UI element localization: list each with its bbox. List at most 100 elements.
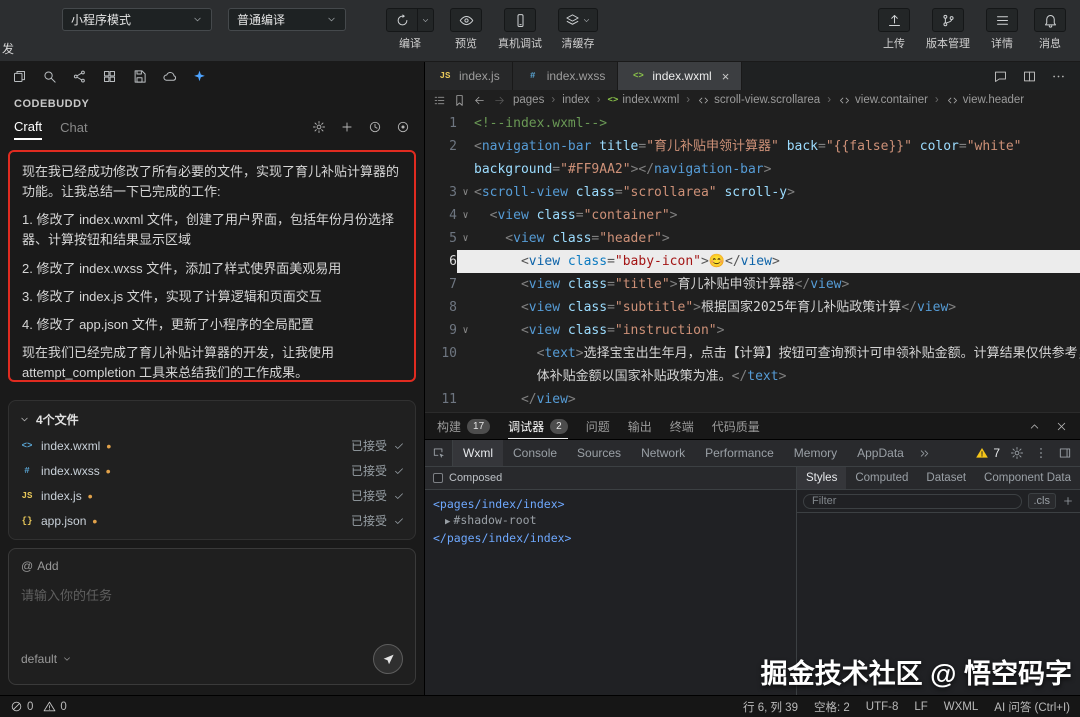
task-input-box[interactable]: @ Add 请输入你的任务 default bbox=[8, 548, 416, 685]
file-row[interactable]: <> index.wxml • 已接受 bbox=[19, 433, 405, 458]
chat-icon[interactable] bbox=[993, 69, 1008, 84]
check-icon[interactable] bbox=[393, 440, 405, 452]
styles-tab-styles[interactable]: Styles bbox=[797, 467, 847, 489]
composed-checkbox[interactable] bbox=[433, 473, 443, 483]
ai-assistant-button[interactable]: AI 问答 (Ctrl+I) bbox=[994, 699, 1070, 715]
tab-index-js[interactable]: JS index.js bbox=[425, 62, 513, 90]
code-line[interactable]: 10 <text>选择宝宝出生年月，点击【计算】按钮可查询预计可申领补贴金额。计算… bbox=[425, 342, 1080, 365]
close-panel-icon[interactable] bbox=[1055, 420, 1068, 433]
nav-forward-icon[interactable] bbox=[493, 94, 506, 107]
panel-tab-output[interactable]: 输出 bbox=[628, 413, 652, 439]
compile-dropdown-button[interactable] bbox=[418, 8, 434, 32]
inspect-element-icon[interactable] bbox=[425, 440, 453, 466]
more-tabs-icon[interactable] bbox=[914, 440, 935, 466]
gear-icon[interactable] bbox=[312, 120, 326, 134]
devtools-tab-network[interactable]: Network bbox=[631, 440, 695, 466]
tab-craft[interactable]: Craft bbox=[14, 115, 43, 140]
code-line[interactable]: 8 <view class="subtitle">根据国家2025年育儿补贴政策计… bbox=[425, 296, 1080, 319]
tree-close-tag[interactable]: </pages/index/index> bbox=[433, 530, 788, 546]
details-button[interactable] bbox=[986, 8, 1018, 32]
task-input-placeholder[interactable]: 请输入你的任务 bbox=[21, 585, 403, 604]
check-icon[interactable] bbox=[393, 515, 405, 527]
messages-button[interactable] bbox=[1034, 8, 1066, 32]
devtools-kebab-icon[interactable] bbox=[1034, 446, 1048, 460]
devtools-tab-wxml[interactable]: Wxml bbox=[453, 440, 503, 466]
eol-setting[interactable]: LF bbox=[914, 701, 927, 713]
clear-cache-button[interactable] bbox=[558, 8, 598, 32]
panel-tab-terminal[interactable]: 终端 bbox=[670, 413, 694, 439]
problems-summary[interactable]: 0 0 bbox=[10, 700, 73, 713]
preview-button[interactable] bbox=[450, 8, 482, 32]
breadcrumb-scroll-view[interactable]: scroll-view.scrollarea bbox=[697, 94, 820, 107]
file-row[interactable]: {} app.json • 已接受 bbox=[19, 508, 405, 533]
breadcrumb-pages[interactable]: pages bbox=[513, 94, 544, 106]
history-icon[interactable] bbox=[368, 120, 382, 134]
breadcrumb-view-header[interactable]: view.header bbox=[946, 94, 1024, 107]
new-style-rule-icon[interactable] bbox=[1062, 495, 1074, 507]
git-share-icon[interactable] bbox=[72, 69, 87, 84]
panel-tab-code-quality[interactable]: 代码质量 bbox=[712, 413, 760, 439]
code-line[interactable]: 7 <view class="title">育儿补贴申领计算器</view> bbox=[425, 273, 1080, 296]
code-line[interactable]: 5 ∨ <view class="header"> bbox=[425, 227, 1080, 250]
model-select[interactable]: default bbox=[21, 652, 72, 666]
code-line[interactable]: 体补贴金额以国家补贴政策为准。</text> bbox=[425, 365, 1080, 388]
check-icon[interactable] bbox=[393, 490, 405, 502]
tree-open-tag[interactable]: <pages/index/index> bbox=[433, 496, 788, 512]
tab-index-wxml[interactable]: <> index.wxml × bbox=[618, 62, 743, 90]
code-line[interactable]: 2 <navigation-bar title="育儿补贴申领计算器" back=… bbox=[425, 135, 1080, 158]
layout-grid-icon[interactable] bbox=[102, 69, 117, 84]
check-icon[interactable] bbox=[393, 465, 405, 477]
breadcrumb-view-container[interactable]: view.container bbox=[838, 94, 928, 107]
devtools-tab-sources[interactable]: Sources bbox=[567, 440, 631, 466]
close-tab-icon[interactable]: × bbox=[722, 69, 730, 84]
outline-icon[interactable] bbox=[433, 94, 446, 107]
devtools-tab-memory[interactable]: Memory bbox=[784, 440, 847, 466]
file-row[interactable]: # index.wxss • 已接受 bbox=[19, 458, 405, 483]
code-line[interactable]: 11 </view> bbox=[425, 388, 1080, 411]
tab-index-wxss[interactable]: # index.wxss bbox=[512, 62, 619, 90]
code-line[interactable]: 1 <!--index.wxml--> bbox=[425, 112, 1080, 135]
device-debug-button[interactable] bbox=[504, 8, 536, 32]
mode-select[interactable]: 小程序模式 bbox=[62, 8, 212, 31]
dock-side-icon[interactable] bbox=[1058, 446, 1072, 460]
ai-sparkle-icon[interactable] bbox=[192, 69, 207, 84]
send-button[interactable] bbox=[373, 644, 403, 674]
code-line[interactable]: 9 ∨ <view class="instruction"> bbox=[425, 319, 1080, 342]
split-editor-icon[interactable] bbox=[1022, 69, 1037, 84]
target-icon[interactable] bbox=[396, 120, 410, 134]
add-context-button[interactable]: @ Add bbox=[21, 559, 403, 573]
language-mode[interactable]: WXML bbox=[944, 701, 979, 713]
breadcrumb-index-wxml[interactable]: <> index.wxml bbox=[608, 94, 680, 106]
files-icon[interactable] bbox=[12, 69, 27, 84]
file-row[interactable]: JS index.js • 已接受 bbox=[19, 483, 405, 508]
panel-tab-problems[interactable]: 问题 bbox=[586, 413, 610, 439]
warnings-indicator[interactable]: 7 bbox=[975, 446, 1000, 460]
tab-chat[interactable]: Chat bbox=[60, 116, 87, 139]
panel-tab-build[interactable]: 构建 17 bbox=[437, 413, 491, 439]
panel-tab-debugger[interactable]: 调试器 2 bbox=[508, 413, 568, 439]
cloud-icon[interactable] bbox=[162, 69, 177, 84]
breadcrumb-index[interactable]: index bbox=[562, 94, 590, 106]
nav-back-icon[interactable] bbox=[473, 94, 486, 107]
cursor-position[interactable]: 行 6, 列 39 bbox=[743, 699, 798, 715]
encoding-setting[interactable]: UTF-8 bbox=[866, 701, 899, 713]
code-line[interactable]: 6 <view class="baby-icon">😊</view> bbox=[425, 250, 1080, 273]
styles-tab-dataset[interactable]: Dataset bbox=[917, 467, 975, 489]
collapse-panel-icon[interactable] bbox=[1028, 420, 1041, 433]
code-line[interactable]: 3 ∨ <scroll-view class="scrollarea" scroll… bbox=[425, 181, 1080, 204]
code-editor[interactable]: 1 <!--index.wxml--> 2 <navigation-bar title… bbox=[425, 110, 1080, 412]
code-line[interactable]: background="#FF9AA2"></navigation-bar> bbox=[425, 158, 1080, 181]
indentation-setting[interactable]: 空格: 2 bbox=[814, 699, 850, 715]
search-icon[interactable] bbox=[42, 69, 57, 84]
styles-tab-computed[interactable]: Computed bbox=[846, 467, 917, 489]
files-panel-header[interactable]: 4个文件 bbox=[19, 405, 405, 433]
compile-button[interactable] bbox=[386, 8, 418, 32]
upload-button[interactable] bbox=[878, 8, 910, 32]
cls-toggle-button[interactable]: .cls bbox=[1027, 493, 1056, 509]
more-actions-icon[interactable] bbox=[1051, 69, 1066, 84]
compile-mode-select[interactable]: 普通编译 bbox=[228, 8, 346, 31]
bookmark-icon[interactable] bbox=[453, 94, 466, 107]
save-icon[interactable] bbox=[132, 69, 147, 84]
version-button[interactable] bbox=[932, 8, 964, 32]
styles-filter-input[interactable]: Filter bbox=[803, 493, 1022, 509]
